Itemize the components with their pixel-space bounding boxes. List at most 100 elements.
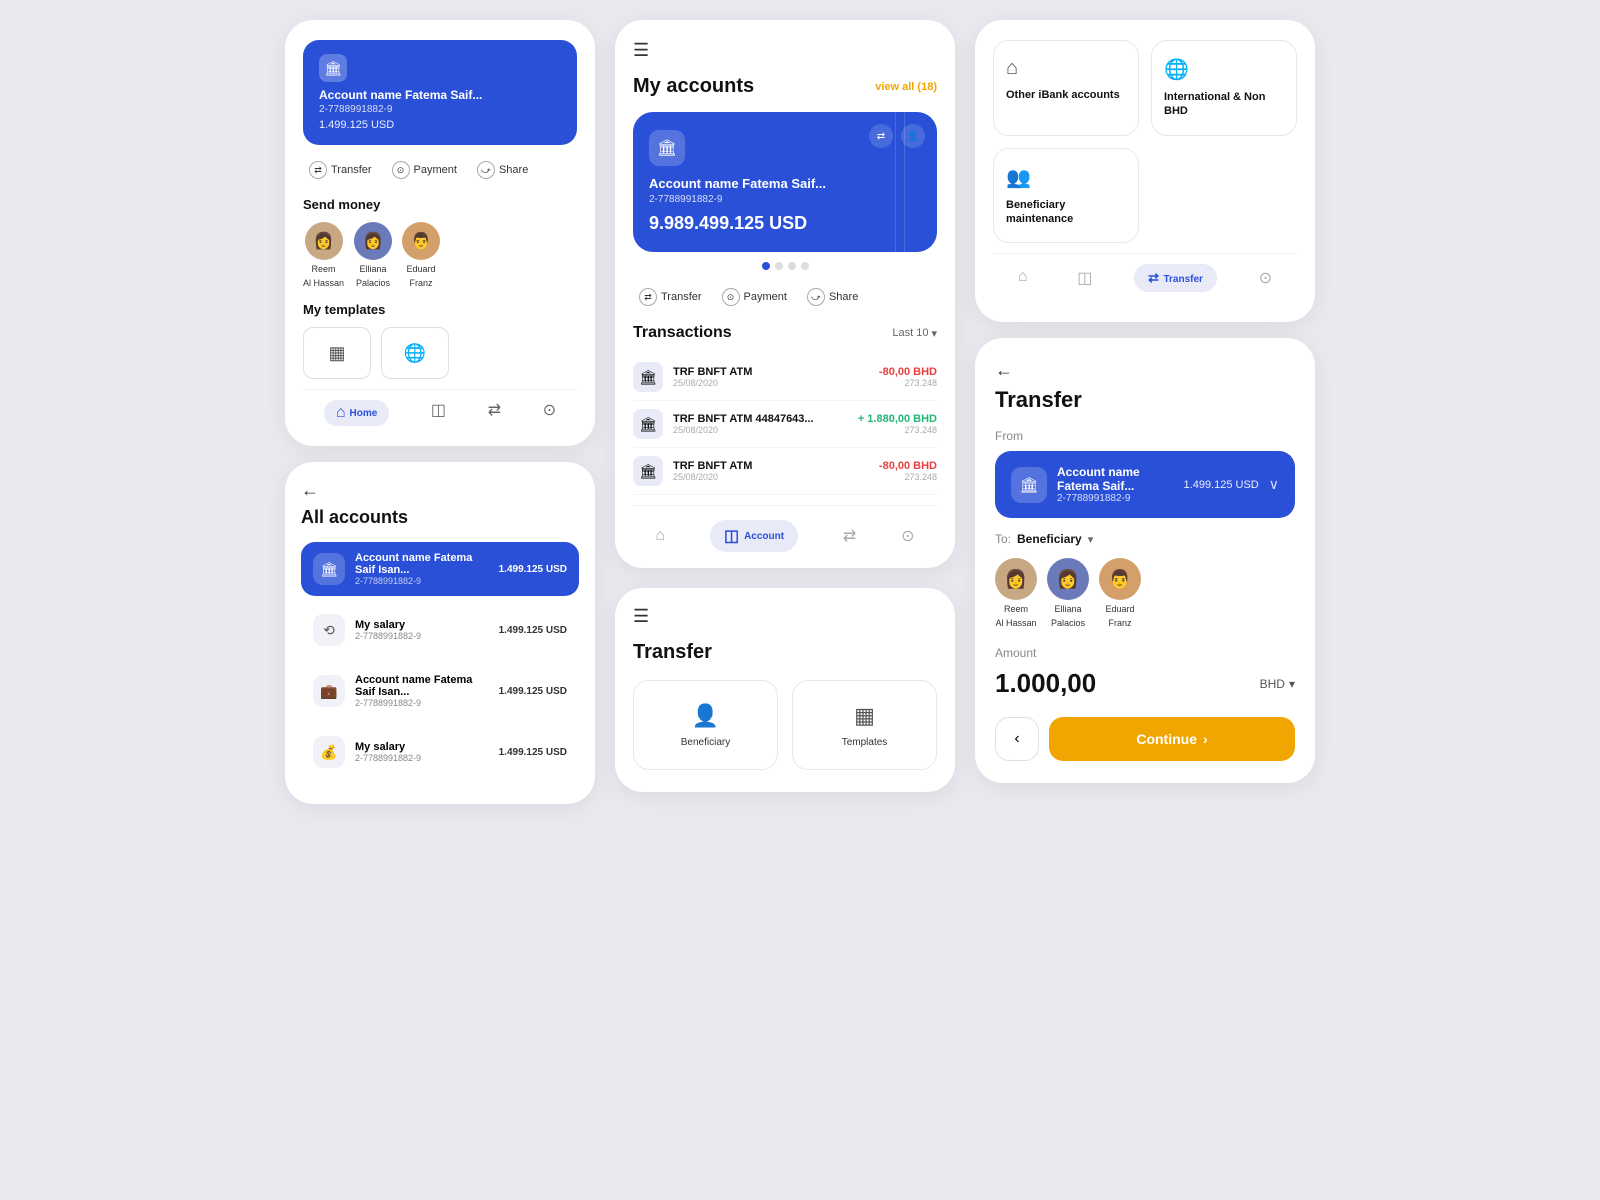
nav2-account[interactable]: ◫ Account [710,520,798,552]
beneficiary-icon: 👤 [692,703,719,729]
international-icon: 🌐 [1164,57,1189,82]
nav-transfer[interactable]: ⇄ [488,400,501,426]
chevron-down-icon: ▾ [931,327,937,340]
bene-eduard[interactable]: 👨 Eduard Franz [1099,558,1141,628]
nav3-account[interactable]: ◫ [1069,264,1100,292]
contact-elliana[interactable]: 👩 Elliana Palacios [354,222,392,288]
card-icon-arrows[interactable]: ⇄ [869,124,893,148]
my-accounts-header: My accounts view all (18) [633,75,937,98]
nav3-home-icon: ⌂ [1018,268,1028,285]
bene-elliana[interactable]: 👩 Elliana Palacios [1047,558,1089,628]
account-item-1[interactable]: 🏛 Account name Fatema Saif Isan... 2-778… [301,542,579,596]
nav3-payment[interactable]: ⊙ [1251,264,1280,292]
transfer-nav-icon: ⇄ [488,400,501,420]
nav2-home-icon: ⌂ [655,527,665,545]
bene-avatar-reem: 👩 [995,558,1037,600]
bene-avatar-eduard: 👨 [1099,558,1141,600]
nav3-transfer[interactable]: ⇄ Transfer [1134,264,1217,292]
quick-international[interactable]: 🌐 International & Non BHD [1151,40,1297,136]
nav3-transfer-icon: ⇄ [1148,270,1159,285]
dot-3[interactable] [788,262,796,270]
templates-option[interactable]: ▦ Templates [792,680,937,770]
beneficiary-option[interactable]: 👤 Beneficiary [633,680,778,770]
back-page-button[interactable]: ‹ [995,717,1039,761]
account-icon-1: 🏛 [313,553,345,585]
td-back-arrow[interactable]: ← [995,360,1295,381]
avatar-eduard: 👨 [402,222,440,260]
account-item-2[interactable]: ⟲ My salary 2-7788991882-9 1.499.125 USD [301,604,579,656]
account-item-3[interactable]: 💼 Account name Fatema Saif Isan... 2-778… [301,664,579,718]
main-action-buttons: ⇄ Transfer ⊙ Payment ⤻ Share [633,284,937,310]
contact-eduard[interactable]: 👨 Eduard Franz [402,222,440,288]
avatar-elliana: 👩 [354,222,392,260]
nav-account[interactable]: ◫ [431,400,446,426]
transaction-2[interactable]: 🏛 TRF BNFT ATM 44847643... 25/08/2020 + … [633,401,937,448]
txn-icon-3: 🏛 [633,456,663,486]
transfer-icon: ⇄ [309,161,327,179]
from-account-icon: 🏛 [1011,467,1047,503]
transaction-3[interactable]: 🏛 TRF BNFT ATM 25/08/2020 -80,00 BHD 273… [633,448,937,495]
view-all-link[interactable]: view all (18) [875,81,937,93]
from-label: From [995,429,1295,443]
account-icon-4: 💰 [313,736,345,768]
last-10-selector[interactable]: Last 10 ▾ [892,327,937,340]
to-chevron-icon[interactable]: ▾ [1088,533,1094,546]
payment-button[interactable]: ⊙ Payment [386,157,463,183]
bene-reem[interactable]: 👩 Reem Al Hassan [995,558,1037,628]
txn-icon-1: 🏛 [633,362,663,392]
beneficiaries-list: 👩 Reem Al Hassan 👩 Elliana Palacios 👨 Ed… [995,558,1295,628]
account-icon: ◫ [431,400,446,420]
templates-title: My templates [303,302,577,317]
nav2-account-icon: ◫ [724,526,739,546]
nav3-account-icon: ◫ [1077,270,1092,287]
home-icon: ⌂ [336,404,346,422]
quick-beneficiary[interactable]: 👥 Beneficiary maintenance [993,148,1139,244]
from-account-selector[interactable]: 🏛 Account name Fatema Saif... 2-77889918… [995,451,1295,518]
nav3-transfer-label: Transfer [1163,274,1202,285]
txn-icon-2: 🏛 [633,409,663,439]
currency-selector[interactable]: BHD ▾ [1260,677,1295,691]
nav-payment[interactable]: ⊙ [543,400,556,426]
main-payment-btn[interactable]: ⊙ Payment [716,284,793,310]
bene-avatar-elliana: 👩 [1047,558,1089,600]
nav-home[interactable]: ⌂ Home [324,400,389,426]
main-transfer-icon: ⇄ [639,288,657,306]
avatar-reem: 👩 [305,222,343,260]
dot-1[interactable] [762,262,770,270]
main-account-card[interactable]: ⇄ 👤 🏛 Account name Fatema Saif... 2-7788… [633,112,937,252]
nav2-payment[interactable]: ⊙ [901,520,914,552]
template-2[interactable]: 🌐 [381,327,449,379]
transfer-detail-card: ← Transfer From 🏛 Account name Fatema Sa… [975,338,1315,783]
bank-icon: 🏛 [319,54,347,82]
send-money-title: Send money [303,197,577,212]
transfer-button[interactable]: ⇄ Transfer [303,157,378,183]
carousel-dots [633,262,937,270]
hamburger-menu[interactable]: ☰ [633,40,937,61]
action-buttons-row: ⇄ Transfer ⊙ Payment ⤻ Share [303,157,577,183]
nav2-transfer[interactable]: ⇄ [843,520,856,552]
share-button[interactable]: ⤻ Share [471,157,534,183]
payment-nav-icon: ⊙ [543,400,556,420]
main-share-btn[interactable]: ⤻ Share [801,284,864,310]
transfer-menu[interactable]: ☰ [633,606,937,627]
dot-4[interactable] [801,262,809,270]
nav3-home[interactable]: ⌂ [1010,264,1036,292]
contact-reem[interactable]: 👩 Reem Al Hassan [303,222,344,288]
transactions-header: Transactions Last 10 ▾ [633,324,937,342]
nav2-home[interactable]: ⌂ [655,520,665,552]
account-icon-3: 💼 [313,675,345,707]
template-1[interactable]: ▦ [303,327,371,379]
payment-icon: ⊙ [392,161,410,179]
back-arrow[interactable]: ← [301,480,579,501]
txn-amount-2: + 1.880,00 BHD [858,413,937,425]
main-transfer-btn[interactable]: ⇄ Transfer [633,284,708,310]
nav2-transfer-icon: ⇄ [843,526,856,546]
dot-2[interactable] [775,262,783,270]
to-row: To: Beneficiary ▾ [995,532,1295,546]
quick-other-ibank[interactable]: ⌂ Other iBank accounts [993,40,1139,136]
nav2-payment-icon: ⊙ [901,526,914,546]
all-accounts-card: ← All accounts 🏛 Account name Fatema Sai… [285,462,595,804]
transaction-1[interactable]: 🏛 TRF BNFT ATM 25/08/2020 -80,00 BHD 273… [633,354,937,401]
continue-button[interactable]: Continue › [1049,717,1295,761]
account-item-4[interactable]: 💰 My salary 2-7788991882-9 1.499.125 USD [301,726,579,778]
